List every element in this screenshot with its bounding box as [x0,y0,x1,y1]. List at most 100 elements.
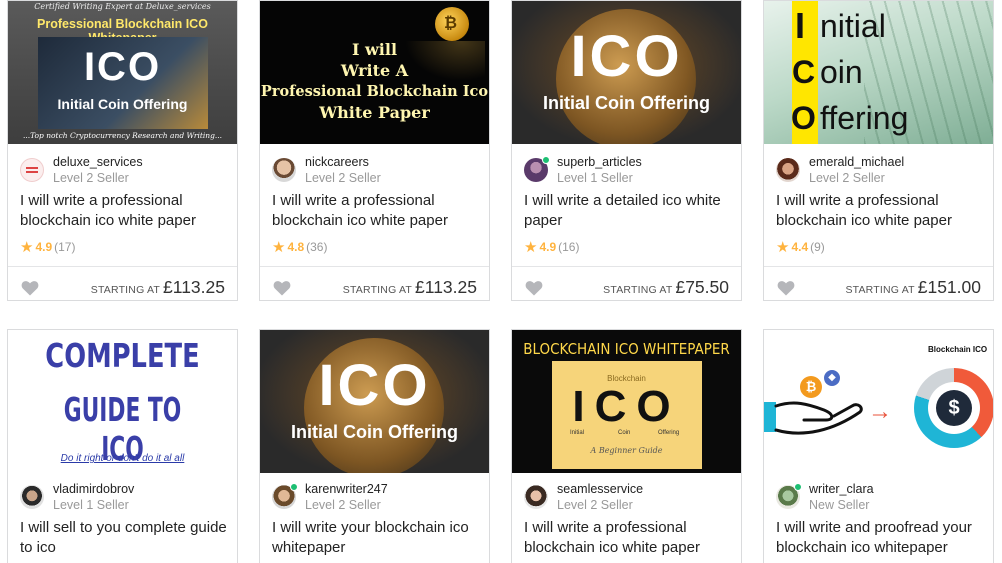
gig-title[interactable]: I will write a detailed ico white paper [524,191,736,231]
thumb-line: I will [351,40,398,59]
gig-card[interactable]: I C O nitial oin ffering emerald_michael… [763,0,994,301]
gig-title[interactable]: I will write and proofread your blockcha… [776,518,988,558]
gig-title[interactable]: I will write a professional blockchain i… [272,191,484,231]
price-value: £151.00 [917,277,981,297]
card-divider [764,266,993,267]
arrow-right-icon: → [868,398,892,425]
heart-icon[interactable] [21,280,39,296]
card-divider [260,266,489,267]
seller-info: emerald_michael Level 2 Seller [776,155,985,185]
price-value: £75.50 [675,277,729,297]
gig-card[interactable]: ICO Initial Coin Offering karenwriter247… [259,329,490,563]
card-divider [512,266,741,267]
gig-thumbnail[interactable]: I C O nitial oin ffering [764,1,993,144]
seller-avatar[interactable] [20,158,44,182]
gig-card[interactable]: BLOCKCHAIN ICO WHITEPAPER Blockchain ICO… [511,329,742,563]
thumb-sub: Initial Coin Offering [543,93,710,113]
price: STARTING AT £75.50 [603,277,729,298]
gig-rating: ★ 4.9 (16) [524,238,579,256]
seller-name[interactable]: superb_articles [557,155,642,169]
starting-at-label: STARTING AT [90,284,161,296]
gig-title[interactable]: I will write a professional blockchain i… [524,518,736,558]
thumb-ico: ICO [83,45,162,89]
star-icon: ★ [524,239,538,256]
gig-card[interactable]: ICO Initial Coin Offering superb_article… [511,0,742,301]
gig-card[interactable]: COMPLETE GUIDE TO ICO Do it right or don… [7,329,238,563]
gig-card[interactable]: Blockchain ICO ₿ ◆ → $ writer_clara New … [763,329,994,563]
seller-info: vladimirdobrov Level 1 Seller [20,482,229,512]
star-icon: ★ [776,239,790,256]
rating-value: 4.8 [287,240,305,254]
seller-name[interactable]: vladimirdobrov [53,482,134,496]
heart-icon[interactable] [777,280,795,296]
ethereum-icon: ◆ [824,370,840,386]
gig-title[interactable]: I will write a professional blockchain i… [20,191,232,231]
starting-at-label: STARTING AT [603,284,673,296]
heart-icon[interactable] [273,280,291,296]
price: STARTING AT £113.25 [91,277,225,298]
seller-level: Level 2 Seller [809,171,885,185]
star-icon: ★ [20,239,34,256]
online-indicator [290,483,298,491]
gig-card[interactable]: ₿ I will Write A Professional Blockchain… [259,0,490,301]
thumb-link: Do it right or don't do it al all [60,453,185,464]
thumb-footer: ...Top notch Cryptocurrency Research and… [22,131,223,140]
thumb-word: Offering [658,430,680,436]
seller-avatar[interactable] [272,158,296,182]
thumb-guide: A Beginner Guide [590,446,663,455]
gig-thumbnail[interactable]: ₿ I will Write A Professional Blockchain… [260,1,489,144]
seller-name[interactable]: nickcareers [305,155,369,169]
seller-avatar[interactable] [20,485,44,509]
seller-info: superb_articles Level 1 Seller [524,155,733,185]
gig-thumbnail[interactable]: Blockchain ICO ₿ ◆ → $ [764,330,993,473]
thumb-word: ffering [820,100,909,136]
thumb-letter: O [791,100,816,136]
rating-value: 4.9 [35,240,53,254]
thumb-header: BLOCKCHAIN ICO WHITEPAPER [523,340,730,358]
gig-thumbnail[interactable]: Certified Writing Expert at Deluxe_servi… [8,1,237,144]
starting-at-label: STARTING AT [845,284,915,296]
seller-level: Level 1 Seller [557,171,633,185]
gig-card[interactable]: Certified Writing Expert at Deluxe_servi… [7,0,238,301]
thumb-word: Coin [618,430,631,436]
starting-at-label: STARTING AT [342,284,413,296]
seller-level: Level 2 Seller [557,498,633,512]
gig-thumbnail[interactable]: ICO Initial Coin Offering [260,330,489,473]
seller-level: Level 2 Seller [305,498,381,512]
seller-name[interactable]: emerald_michael [809,155,904,169]
rating-value: 4.9 [539,240,557,254]
thumb-top-line: Certified Writing Expert at Deluxe_servi… [34,2,211,11]
star-icon: ★ [272,239,286,256]
card-divider [8,266,237,267]
seller-avatar[interactable] [524,485,548,509]
gig-thumbnail[interactable]: ICO Initial Coin Offering [512,1,741,144]
gig-title[interactable]: I will sell to you complete guide to ico [20,518,232,558]
gig-thumbnail[interactable]: BLOCKCHAIN ICO WHITEPAPER Blockchain ICO… [512,330,741,473]
price: STARTING AT £113.25 [343,277,477,298]
gig-title[interactable]: I will write your blockchain ico whitepa… [272,518,484,558]
hand-icon [764,401,863,435]
seller-name[interactable]: writer_clara [809,482,874,496]
gig-title[interactable]: I will write a professional blockchain i… [776,191,988,231]
review-count: (16) [558,240,580,254]
thumb-sub: Initial Coin Offering [291,422,458,442]
seller-avatar[interactable] [776,158,800,182]
review-count: (9) [810,240,825,254]
price: STARTING AT £151.00 [845,277,981,298]
seller-info: karenwriter247 Level 2 Seller [272,482,481,512]
thumb-ico: ICO [572,382,681,431]
thumb-letter: I [795,5,806,46]
price-value: £113.25 [163,277,225,297]
gig-thumbnail[interactable]: COMPLETE GUIDE TO ICO Do it right or don… [8,330,237,473]
online-indicator [794,483,802,491]
seller-name[interactable]: deluxe_services [53,155,143,169]
seller-name[interactable]: karenwriter247 [305,482,388,496]
seller-name[interactable]: seamlesservice [557,482,643,496]
thumb-letter: C [792,54,816,90]
thumb-ico: ICO [318,353,431,418]
heart-icon[interactable] [525,280,543,296]
seller-info: seamlesservice Level 2 Seller [524,482,733,512]
seller-level: Level 1 Seller [53,498,129,512]
seller-level: Level 2 Seller [53,171,129,185]
review-count: (36) [306,240,328,254]
